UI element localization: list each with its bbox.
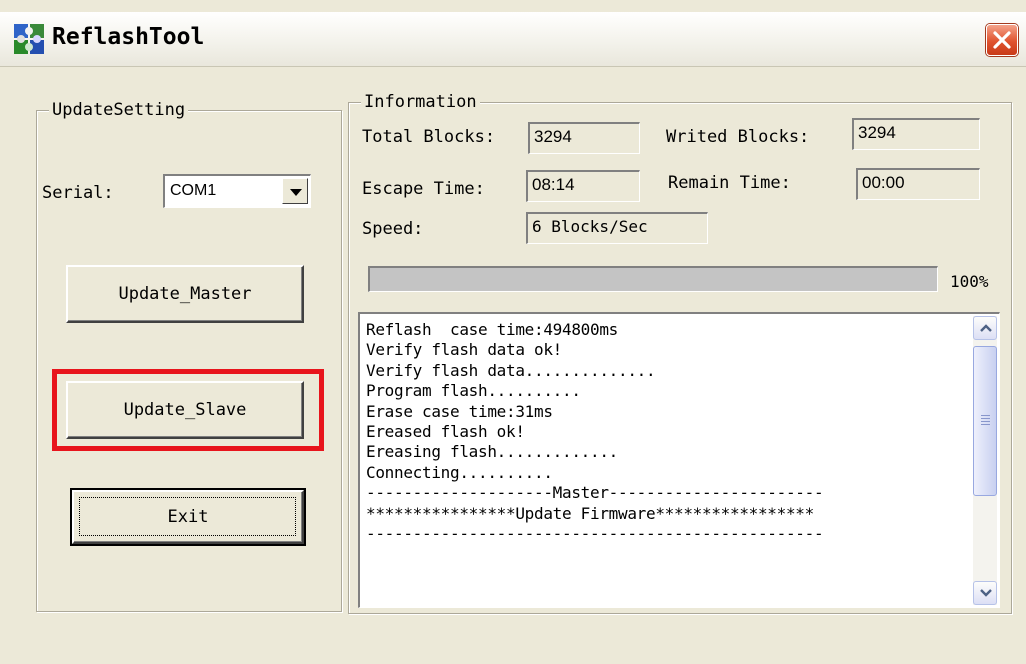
- scroll-down-button[interactable]: [973, 581, 997, 605]
- log-output[interactable]: Reflash case time:494800ms Verify flash d…: [358, 312, 1000, 608]
- update-setting-label: UpdateSetting: [49, 100, 189, 120]
- title-bar[interactable]: ReflashTool: [0, 12, 1026, 67]
- log-line: Ereased flash ok!: [366, 421, 525, 441]
- log-line: Connecting..........: [366, 462, 553, 482]
- scroll-thumb[interactable]: [973, 346, 997, 496]
- log-line: Verify flash data..............: [366, 360, 656, 380]
- update-master-label: Update_Master: [118, 284, 252, 304]
- escape-time-label: Escape Time:: [362, 179, 485, 199]
- log-lines: Reflash case time:494800ms Verify flash d…: [366, 320, 972, 544]
- window-title: ReflashTool: [52, 24, 205, 50]
- scroll-up-button[interactable]: [973, 316, 997, 340]
- reflash-tool-window: ReflashTool UpdateSetting Serial: COM1 U…: [0, 0, 1026, 664]
- speed-label: Speed:: [362, 219, 424, 239]
- log-line: ****************Update Firmware*********…: [366, 503, 814, 523]
- chevron-down-icon: [290, 189, 302, 196]
- writed-blocks-field: 3294: [852, 118, 980, 150]
- serial-port-select[interactable]: COM1: [163, 174, 311, 208]
- log-scrollbar[interactable]: [973, 316, 997, 605]
- log-line: ----------------------------------------…: [366, 523, 824, 543]
- remain-time-field: 00:00: [856, 168, 980, 200]
- escape-time-field: 08:14: [526, 170, 640, 202]
- highlight-annotation: [52, 369, 324, 451]
- update-master-button[interactable]: Update_Master: [66, 265, 304, 323]
- chevron-up-icon: [980, 324, 992, 332]
- log-line: Ereasing flash.............: [366, 442, 618, 462]
- log-line: Program flash..........: [366, 381, 581, 401]
- log-line: --------------------Master--------------…: [366, 483, 824, 503]
- exit-label: Exit: [167, 507, 209, 527]
- writed-blocks-label: Writed Blocks:: [666, 127, 810, 147]
- total-blocks-field: 3294: [528, 122, 640, 154]
- log-line: Erase case time:31ms: [366, 401, 553, 421]
- close-button[interactable]: [986, 24, 1018, 56]
- progress-bar: [368, 266, 938, 292]
- serial-port-value: COM1: [170, 182, 217, 199]
- dropdown-arrow-button[interactable]: [282, 178, 308, 204]
- speed-field: 6 Blocks/Sec: [526, 212, 708, 244]
- close-icon: [993, 31, 1011, 49]
- exit-button[interactable]: Exit: [72, 490, 304, 544]
- grip-line: [981, 421, 990, 422]
- remain-time-label: Remain Time:: [668, 173, 791, 193]
- log-line: Verify flash data ok!: [366, 340, 562, 360]
- app-puzzle-icon: [14, 24, 44, 54]
- grip-line: [981, 424, 990, 425]
- information-label: Information: [361, 92, 480, 112]
- grip-line: [981, 415, 990, 416]
- log-line: Reflash case time:494800ms: [366, 320, 618, 339]
- grip-line: [981, 418, 990, 419]
- chevron-down-icon: [980, 589, 992, 597]
- progress-percent-label: 100%: [950, 272, 989, 291]
- progress-fill: [370, 268, 937, 291]
- total-blocks-label: Total Blocks:: [362, 127, 496, 147]
- serial-label: Serial:: [42, 183, 114, 203]
